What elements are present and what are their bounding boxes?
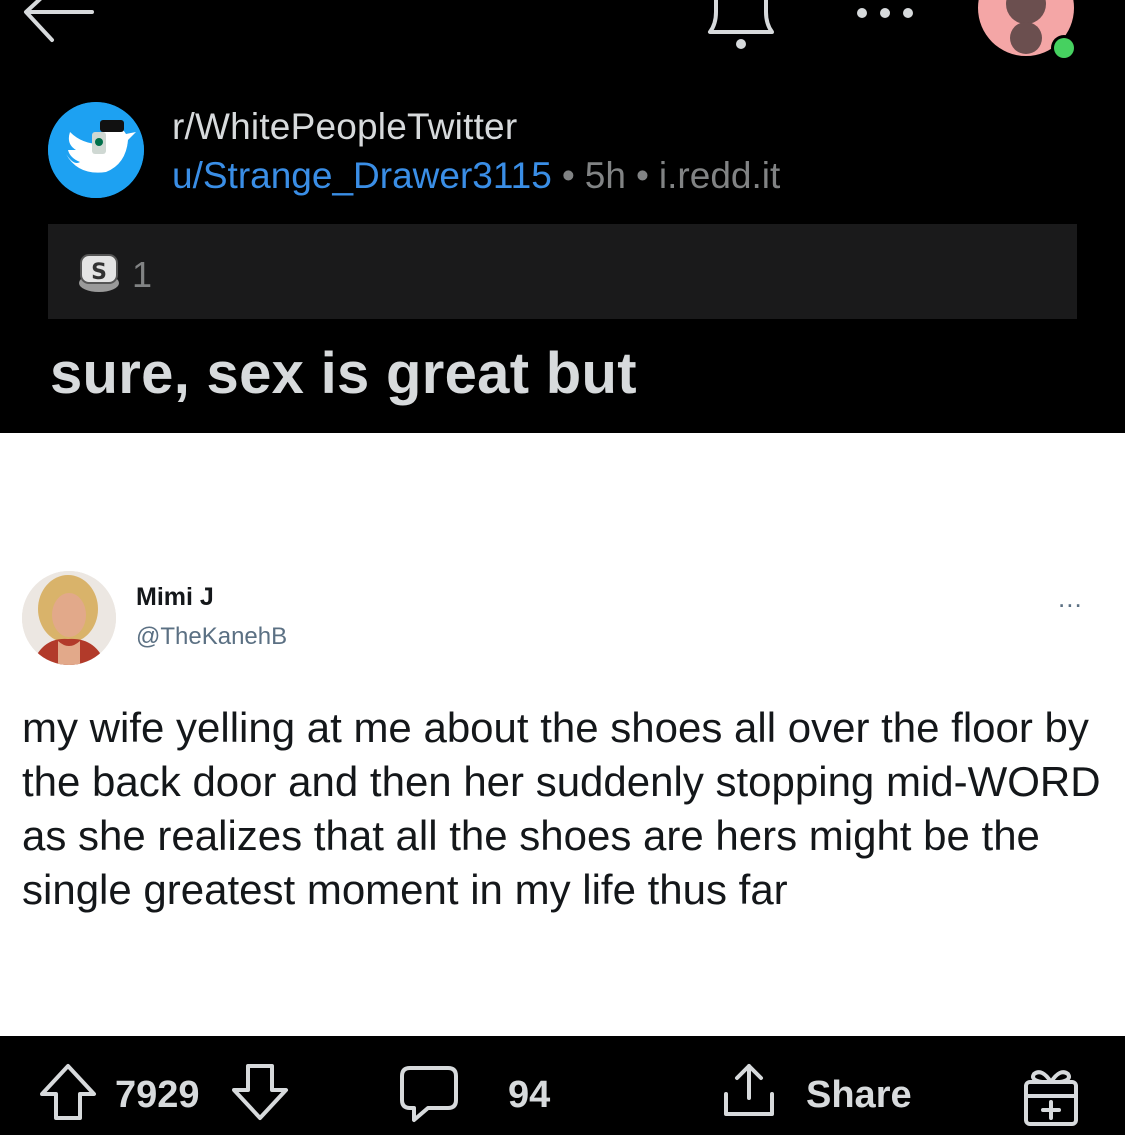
post-title: sure, sex is great but: [50, 341, 637, 406]
tweet-author-name: Mimi J: [136, 583, 214, 611]
back-arrow-icon[interactable]: [18, 0, 98, 48]
bell-icon[interactable]: [700, 0, 782, 56]
more-options-icon[interactable]: [850, 0, 920, 30]
post-header: r/WhitePeopleTwitter u/Strange_Drawer311…: [48, 100, 1078, 210]
top-bar: [0, 0, 1125, 80]
separator-dot: •: [635, 155, 649, 196]
subreddit-icon[interactable]: [48, 102, 144, 198]
post-image[interactable]: Mimi J @TheKanehB ... my wife yelling at…: [0, 433, 1125, 1036]
separator-dot: •: [561, 155, 575, 196]
vote-count: 7929: [115, 1074, 200, 1116]
tweet-author-handle: @TheKanehB: [136, 623, 288, 650]
post-action-bar: 7929 94 Share: [0, 1036, 1125, 1135]
subreddit-name[interactable]: r/WhitePeopleTwitter: [172, 106, 517, 148]
post-age: 5h: [584, 155, 626, 196]
tweet-more-icon: ...: [1058, 583, 1083, 613]
user-avatar[interactable]: [978, 0, 1078, 62]
award-count: 1: [132, 254, 153, 295]
share-icon: [718, 1060, 780, 1122]
online-status-icon: [1054, 38, 1074, 58]
share-label: Share: [806, 1074, 912, 1116]
svg-text:S: S: [91, 260, 107, 285]
post-domain[interactable]: i.redd.it: [659, 155, 780, 196]
silver-award-icon: S: [76, 249, 122, 295]
share-button[interactable]: Share: [718, 1060, 928, 1124]
author-link[interactable]: u/Strange_Drawer3115: [172, 155, 552, 196]
tweet-text: my wife yelling at me about the shoes al…: [22, 704, 1101, 913]
post-meta: u/Strange_Drawer3115 • 5h • i.redd.it: [172, 155, 780, 197]
comment-count[interactable]: 94: [508, 1074, 550, 1117]
award-gift-icon[interactable]: [1020, 1066, 1082, 1128]
tweet-author-avatar: [22, 571, 116, 665]
comment-icon[interactable]: [398, 1064, 460, 1124]
downvote-icon[interactable]: [230, 1062, 290, 1122]
awards-bar[interactable]: S 1: [48, 224, 1077, 319]
upvote-icon[interactable]: [38, 1062, 98, 1122]
